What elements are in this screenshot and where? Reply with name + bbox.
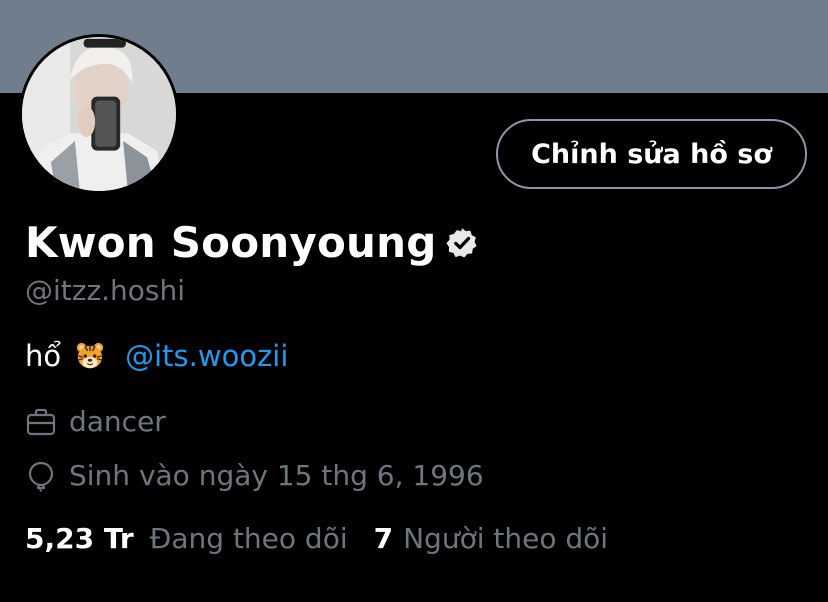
profile-birthday-row: Sinh vào ngày 15 thg 6, 1996 (25, 457, 484, 495)
edit-profile-button[interactable]: Chỉnh sửa hồ sơ (496, 119, 807, 189)
followers-label: Người theo dõi (403, 522, 609, 555)
profile-birthday: Sinh vào ngày 15 thg 6, 1996 (69, 459, 484, 492)
followers-link[interactable]: 7 Người theo dõi (374, 519, 608, 559)
briefcase-icon (26, 408, 56, 436)
profile-name: Kwon Soonyoung (25, 218, 437, 267)
tiger-face-icon (77, 342, 104, 369)
bio-text: hổ (25, 339, 62, 373)
profile-handle: @itzz.hoshi (25, 274, 186, 307)
profile-job: dancer (69, 405, 166, 438)
follow-stats: 5,23 Tr Đang theo dõi 7 Người theo dõi (25, 519, 608, 559)
profile-name-row: Kwon Soonyoung (25, 213, 479, 273)
following-link[interactable]: 5,23 Tr Đang theo dõi (25, 519, 348, 559)
profile-bio: hổ @its.woozii (25, 336, 288, 376)
followers-count: 7 (373, 522, 394, 555)
verified-badge-icon (446, 228, 478, 258)
balloon-icon (28, 461, 54, 492)
bio-mention-link[interactable]: @its.woozii (125, 336, 288, 376)
following-label: Đang theo dõi (149, 522, 348, 555)
avatar-photo (22, 37, 176, 191)
profile-avatar[interactable] (19, 34, 179, 194)
following-count: 5,23 Tr (25, 522, 134, 555)
profile-job-row: dancer (25, 403, 166, 441)
